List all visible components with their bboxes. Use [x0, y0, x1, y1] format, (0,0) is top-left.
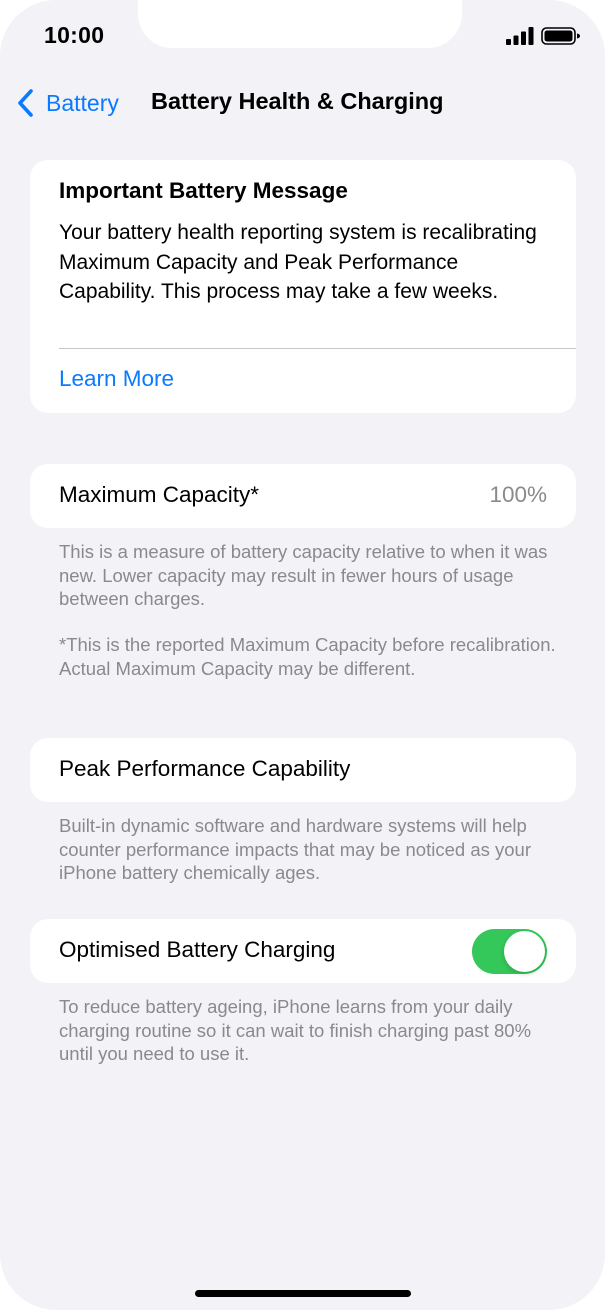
home-indicator[interactable]	[195, 1290, 411, 1297]
important-message-card: Important Battery Message Your battery h…	[30, 160, 576, 413]
optimised-charging-row: Optimised Battery Charging	[30, 919, 576, 983]
peak-performance-label: Peak Performance Capability	[59, 756, 351, 781]
maximum-capacity-label: Maximum Capacity*	[59, 482, 260, 507]
maximum-capacity-row: Maximum Capacity* 100%	[30, 464, 576, 528]
status-time: 10:00	[44, 22, 105, 48]
maximum-capacity-footnote: This is a measure of battery capacity re…	[59, 541, 548, 609]
optimised-charging-footnote: To reduce battery ageing, iPhone learns …	[59, 996, 532, 1064]
signal-icon	[506, 27, 534, 45]
learn-more-link[interactable]: Learn More	[59, 366, 174, 392]
maximum-capacity-value: 100%	[489, 482, 547, 507]
notch	[138, 0, 462, 48]
message-title: Important Battery Message	[59, 178, 348, 203]
battery-icon	[541, 27, 580, 45]
toggle-knob	[504, 931, 545, 972]
back-button[interactable]: Battery	[16, 86, 119, 120]
peak-performance-footnote: Built-in dynamic software and hardware s…	[59, 815, 531, 883]
recalibration-footnote: *This is the reported Maximum Capacity b…	[59, 634, 556, 679]
back-button-label: Battery	[46, 89, 119, 116]
message-body: Your battery health reporting system is …	[59, 221, 537, 303]
page-title: Battery Health & Charging	[151, 88, 444, 114]
phone-screen: 10:00 Battery Battery Health & Charging …	[0, 0, 605, 1310]
optimised-charging-toggle[interactable]	[472, 929, 547, 974]
optimised-charging-label: Optimised Battery Charging	[59, 937, 336, 962]
divider	[59, 348, 576, 349]
chevron-left-icon	[18, 89, 33, 117]
peak-performance-row: Peak Performance Capability	[30, 738, 576, 802]
